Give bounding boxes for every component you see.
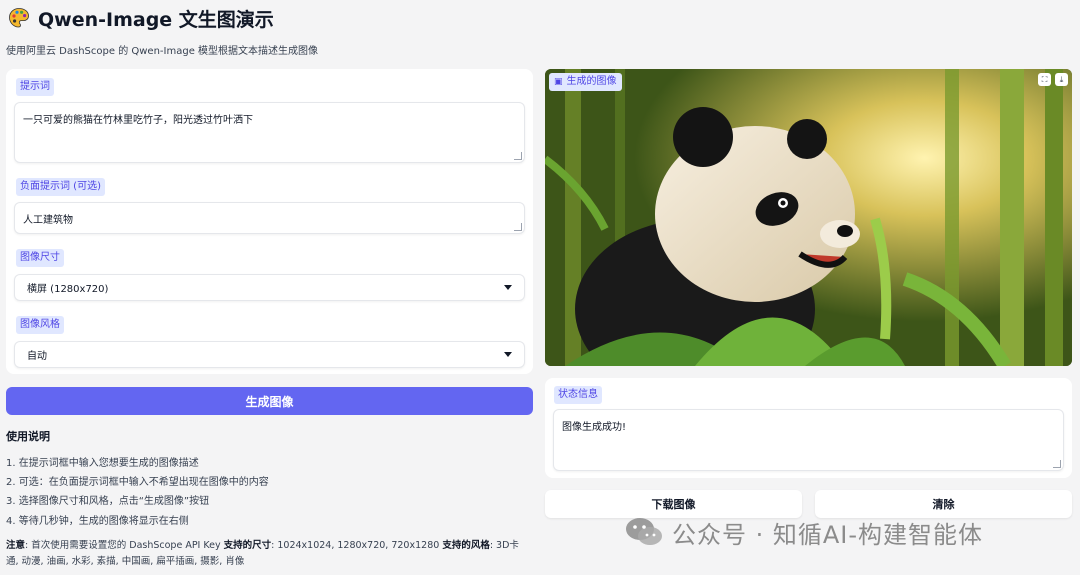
generate-button[interactable]: 生成图像 (6, 387, 533, 415)
prompt-input[interactable]: 一只可爱的熊猫在竹林里吃竹子，阳光透过竹叶洒下 (14, 102, 525, 163)
status-output[interactable]: 图像生成成功! (553, 409, 1064, 471)
style-label: 图像风格 (16, 316, 64, 334)
note-prefix: 注意 (6, 540, 26, 551)
image-icon: ▣ (554, 77, 563, 87)
size-value: 横屏 (1280x720) (27, 284, 109, 295)
negative-prompt-value: 人工建筑物 (23, 215, 73, 226)
fullscreen-icon[interactable]: ⛶ (1038, 73, 1051, 86)
negative-prompt-input[interactable]: 人工建筑物 (14, 202, 525, 234)
size-label: 图像尺寸 (16, 249, 64, 267)
instruction-item: 2. 可选：在负面提示词框中输入不希望出现在图像中的内容 (6, 477, 269, 488)
sizes-text: : 1024x1024, 1280x720, 720x1280 (271, 540, 443, 551)
resize-handle-icon[interactable] (514, 152, 522, 160)
watermark: 公众号 · 知循AI-构建智能体 (624, 514, 983, 550)
resize-handle-icon[interactable] (514, 223, 522, 231)
image-label: ▣ 生成的图像 (549, 73, 622, 91)
status-panel: 状态信息 图像生成成功! (545, 378, 1072, 478)
chevron-down-icon (504, 285, 512, 290)
wechat-icon (626, 518, 662, 545)
instruction-item: 1. 在提示词框中输入您想要生成的图像描述 (6, 458, 199, 469)
resize-handle-icon[interactable] (1053, 460, 1061, 468)
instructions-heading: 使用说明 (6, 430, 50, 443)
page-subtitle: 使用阿里云 DashScope 的 Qwen-Image 模型根据文本描述生成图… (6, 46, 319, 57)
style-dropdown[interactable]: 自动 (14, 341, 525, 368)
generated-image (545, 69, 1072, 366)
palette-icon (9, 8, 29, 28)
watermark-text: 公众号 · 知循AI-构建智能体 (672, 520, 984, 549)
status-label: 状态信息 (554, 386, 602, 404)
download-icon[interactable]: ⤓ (1055, 73, 1068, 86)
input-panel: 提示词 一只可爱的熊猫在竹林里吃竹子，阳光透过竹叶洒下 负面提示词 (可选) 人… (6, 69, 533, 374)
header: Qwen-Image 文生图演示 (8, 4, 274, 32)
size-dropdown[interactable]: 横屏 (1280x720) (14, 274, 525, 301)
chevron-down-icon (504, 352, 512, 357)
note-text: : 首次使用需要设置您的 DashScope API Key (25, 540, 224, 551)
instruction-item: 4. 等待几秒钟，生成的图像将显示在右侧 (6, 516, 189, 527)
status-value: 图像生成成功! (562, 422, 627, 433)
prompt-value: 一只可爱的熊猫在竹林里吃竹子，阳光透过竹叶洒下 (23, 115, 253, 126)
generated-image-panel: ▣ 生成的图像 ⛶ ⤓ (545, 69, 1072, 366)
page-title: Qwen-Image 文生图演示 (38, 8, 274, 31)
sizes-label: 支持的尺寸 (223, 540, 272, 551)
image-label-text: 生成的图像 (566, 76, 617, 87)
instruction-item: 3. 选择图像尺寸和风格，点击“生成图像”按钮 (6, 496, 210, 507)
negative-prompt-label: 负面提示词 (可选) (16, 178, 105, 196)
prompt-label: 提示词 (16, 78, 54, 96)
usage-note: 注意: 首次使用需要设置您的 DashScope API Key 支持的尺寸: … (6, 538, 531, 570)
style-value: 自动 (27, 351, 47, 362)
styles-label: 支持的风格 (442, 540, 490, 551)
